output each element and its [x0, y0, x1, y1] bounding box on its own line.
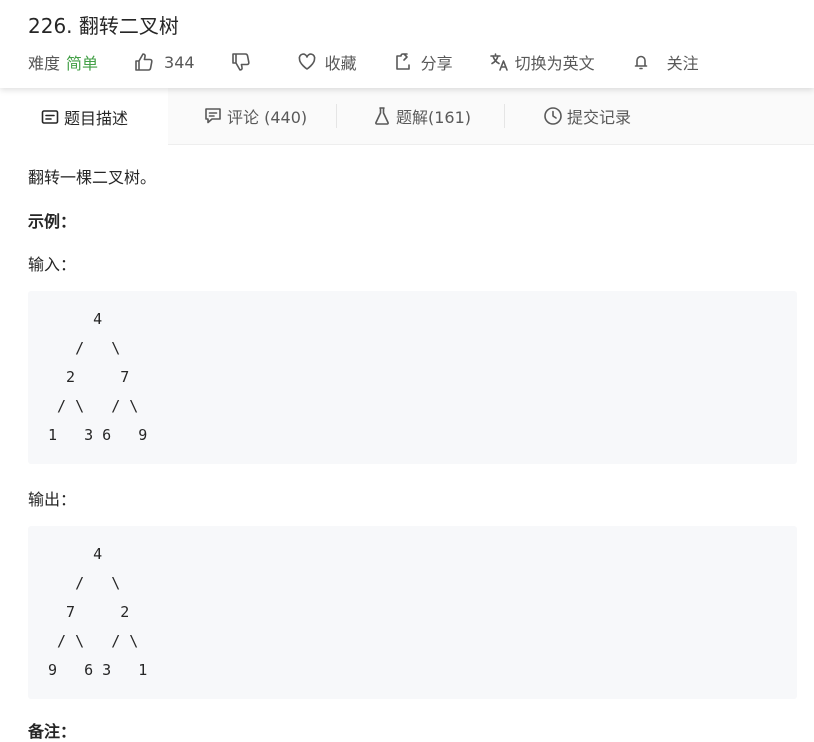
clock-icon	[544, 107, 562, 125]
follow-button[interactable]: 关注	[631, 50, 699, 74]
tab-comments-label: 评论 (440)	[227, 108, 308, 127]
output-tree-code: 4 / \ 7 2 / \ / \ 9 6 3 1	[28, 526, 797, 699]
tab-submissions-label: 提交记录	[567, 108, 632, 127]
follow-label: 关注	[666, 54, 699, 73]
output-label: 输出：	[28, 490, 77, 509]
switch-language-label: 切换为英文	[514, 54, 595, 73]
input-tree-code: 4 / \ 2 7 / \ / \ 1 3 6 9	[28, 291, 797, 464]
like-button[interactable]: 344	[134, 52, 195, 72]
favorite-label: 收藏	[324, 54, 357, 73]
tab-divider	[336, 104, 337, 128]
switch-language-button[interactable]: 切换为英文	[489, 50, 595, 74]
problem-tabs: 题目描述 评论 (440) 题解(161) 提交记录	[0, 88, 814, 145]
description-icon	[41, 109, 59, 124]
problem-meta-bar: 难度 简单 344 收藏 分享 切换为英文 关注	[28, 50, 699, 74]
tab-description[interactable]: 题目描述	[0, 88, 168, 145]
translate-icon	[489, 53, 508, 71]
heart-icon	[298, 53, 315, 70]
comment-icon	[205, 108, 221, 124]
difficulty-value: 简单	[66, 54, 99, 73]
tab-divider	[504, 104, 505, 128]
like-count: 344	[164, 52, 195, 72]
bell-icon	[634, 55, 647, 70]
share-icon	[395, 53, 410, 70]
page-title: 226. 翻转二叉树	[28, 14, 179, 38]
share-button[interactable]: 分享	[393, 50, 453, 74]
tab-description-label: 题目描述	[63, 108, 128, 128]
favorite-button[interactable]: 收藏	[297, 50, 357, 74]
example-heading: 示例：	[28, 212, 77, 231]
thumbs-up-icon	[135, 53, 153, 71]
dislike-button[interactable]	[231, 52, 251, 72]
tab-comments[interactable]: 评论 (440)	[203, 88, 307, 144]
input-label: 输入：	[28, 255, 77, 274]
thumbs-down-icon	[231, 53, 250, 71]
share-label: 分享	[420, 54, 453, 73]
tab-submissions[interactable]: 提交记录	[543, 88, 631, 144]
tab-solutions-label: 题解(161)	[396, 108, 472, 127]
problem-header: 226. 翻转二叉树 难度 简单 344 收藏 分享 切换为英文 关注	[0, 0, 814, 88]
flask-icon	[375, 107, 389, 125]
tab-solutions[interactable]: 题解(161)	[372, 88, 471, 144]
difficulty-label: 难度	[28, 54, 61, 73]
problem-intro: 翻转一棵二叉树。	[28, 168, 157, 187]
note-heading: 备注：	[28, 722, 77, 741]
